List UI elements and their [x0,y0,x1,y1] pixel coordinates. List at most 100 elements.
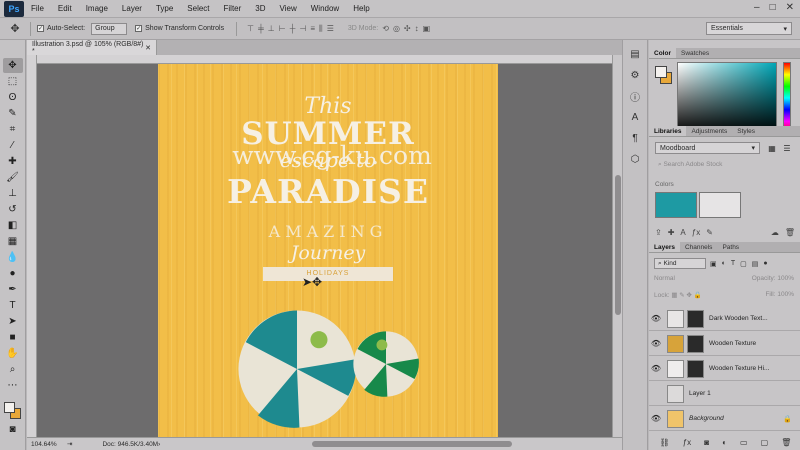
info-panel-icon[interactable]: ⓘ [626,88,644,105]
grid-view-icon[interactable]: ▦ [766,142,778,154]
marquee-tool-icon[interactable]: ⬚ [3,74,23,89]
menu-help[interactable]: Help [346,4,376,13]
distribute-icon[interactable]: ≡ [310,24,315,34]
hue-slider[interactable] [783,62,791,134]
3d-panel-icon[interactable]: ⬡ [626,151,644,168]
add-mask-icon[interactable]: ◙ [704,438,709,447]
checkbox-checked-icon[interactable]: ✓ [135,25,143,32]
layer-kind-dropdown[interactable]: ⌕ Kind [654,258,706,269]
adjustment-filter-icon[interactable]: ◐ [722,260,726,268]
layer-row[interactable]: 👁 Wooden Texture Hi... [649,357,800,381]
lasso-tool-icon[interactable]: ʘ [3,90,23,105]
add-content-icon[interactable]: ✚ [668,228,675,237]
menu-type[interactable]: Type [149,4,180,13]
history-panel-icon[interactable]: ▤ [626,46,644,63]
horizontal-ruler[interactable] [37,55,612,64]
auto-select-dropdown[interactable]: Group [91,22,128,35]
workspace-dropdown[interactable]: Essentials ▾ [706,22,792,35]
align-bottom-icon[interactable]: ⊥ [268,24,275,34]
checkbox-checked-icon[interactable]: ✓ [37,25,44,32]
tab-channels[interactable]: Channels [680,242,717,252]
canvas-artwork[interactable]: This SUMMER escape to PARADISE AMAZING J… [158,64,498,437]
quick-mask-icon[interactable]: ◙ [3,422,23,437]
upload-icon[interactable]: ⇪ [655,228,662,237]
character-panel-icon[interactable]: A [626,109,644,126]
align-right-icon[interactable]: ⊣ [299,24,306,34]
layer-mask-thumbnail[interactable] [687,309,704,328]
more-tools-icon[interactable]: ⋯ [3,378,23,393]
healing-brush-tool-icon[interactable]: ✚ [3,154,23,169]
menu-view[interactable]: View [273,4,304,13]
align-center-icon[interactable]: ┼ [290,24,296,34]
type-tool-icon[interactable]: T [3,298,23,313]
align-left-icon[interactable]: ⊢ [279,24,286,34]
document-tab[interactable]: Illustration 3.psd @ 105% (RGB/8#) * ✕ [27,40,157,55]
menu-layer[interactable]: Layer [115,4,149,13]
document-size-info[interactable]: Doc: 946.5K/3.40M [72,441,158,448]
color-panel-foreground[interactable] [655,66,667,78]
zoom-level[interactable]: 104.64% [27,441,67,448]
move-tool-icon[interactable]: ✥ [2,58,23,73]
trash-icon[interactable]: 🗑 [785,228,795,237]
auto-select-option[interactable]: ✓ Auto-Select: [37,25,85,32]
fill-control[interactable]: Fill: 100% [765,291,794,299]
menu-filter[interactable]: Filter [217,4,249,13]
hand-tool-icon[interactable]: ✋ [3,346,23,361]
show-transform-option[interactable]: ✓ Show Transform Controls [135,25,224,32]
tab-styles[interactable]: Styles [732,126,760,136]
eye-icon[interactable]: 👁 [649,339,663,348]
brush-icon[interactable]: ✎ [706,228,713,237]
stock-search-input[interactable]: ⌕ Search Adobe Stock [655,159,793,170]
color-picker-field[interactable] [677,62,777,134]
layer-row[interactable]: 👁 Wooden Texture [649,332,800,356]
layer-mask-thumbnail[interactable] [687,334,704,353]
library-color-light-gray[interactable] [699,192,741,218]
eye-icon[interactable]: 👁 [649,314,663,323]
gradient-tool-icon[interactable]: ▦ [3,234,23,249]
tab-color[interactable]: Color [649,48,676,58]
scrollbar-thumb[interactable] [615,175,621,315]
fx-icon[interactable]: ƒx [692,228,700,237]
blend-mode-dropdown[interactable]: Normal [654,275,675,282]
brush-tool-icon[interactable]: 🖌 [3,170,23,185]
3d-scale-icon[interactable]: ▣ [423,24,431,33]
layer-row-background[interactable]: 👁 Background 🔒 [649,407,800,431]
align-middle-icon[interactable]: ╪ [258,24,264,34]
dodge-tool-icon[interactable]: ● [3,266,23,281]
eraser-tool-icon[interactable]: ◧ [3,218,23,233]
eye-icon[interactable]: 👁 [649,414,663,423]
menu-file[interactable]: File [24,4,51,13]
link-layers-icon[interactable]: ⛓ [660,438,670,447]
menu-edit[interactable]: Edit [51,4,79,13]
layer-style-icon[interactable]: ƒx [683,438,691,447]
vertical-scrollbar[interactable] [612,55,622,437]
tab-swatches[interactable]: Swatches [676,48,714,58]
list-view-icon[interactable]: ☰ [781,142,793,154]
cloud-icon[interactable]: ☁ [771,228,779,237]
distribute-h-icon[interactable]: ⫼ [319,24,323,34]
horizontal-scrollbar-thumb[interactable] [312,441,512,447]
lock-options[interactable]: Lock: ▦ ✎ ✥ 🔒 [654,291,702,299]
shape-filter-icon[interactable]: ▢ [740,260,747,268]
close-tab-icon[interactable]: ✕ [145,44,151,52]
library-dropdown[interactable]: Moodboard ▾ [655,142,760,154]
path-select-tool-icon[interactable]: ➤ [3,314,23,329]
chevron-right-icon[interactable]: › [158,441,160,448]
crop-tool-icon[interactable]: ⌗ [3,122,23,137]
minimize-button[interactable]: – [754,2,760,13]
tab-adjustments[interactable]: Adjustments [686,126,732,136]
lock-icons[interactable]: ▦ ✎ ✥ 🔒 [671,292,702,299]
distribute-v-icon[interactable]: ☰ [327,24,334,34]
menu-3d[interactable]: 3D [248,4,272,13]
quick-select-tool-icon[interactable]: ✎ [3,106,23,121]
menu-image[interactable]: Image [79,4,115,13]
pixel-filter-icon[interactable]: ▣ [710,260,717,268]
shape-tool-icon[interactable]: ■ [3,330,23,345]
menu-window[interactable]: Window [304,4,346,13]
close-button[interactable]: ✕ [786,2,794,13]
library-color-teal[interactable] [655,192,697,218]
3d-slide-icon[interactable]: ↕ [415,24,419,33]
3d-pan-icon[interactable]: ✣ [404,24,411,33]
layer-row[interactable]: 👁 Dark Wooden Text... [649,307,800,331]
filter-toggle-icon[interactable]: ● [763,260,767,268]
